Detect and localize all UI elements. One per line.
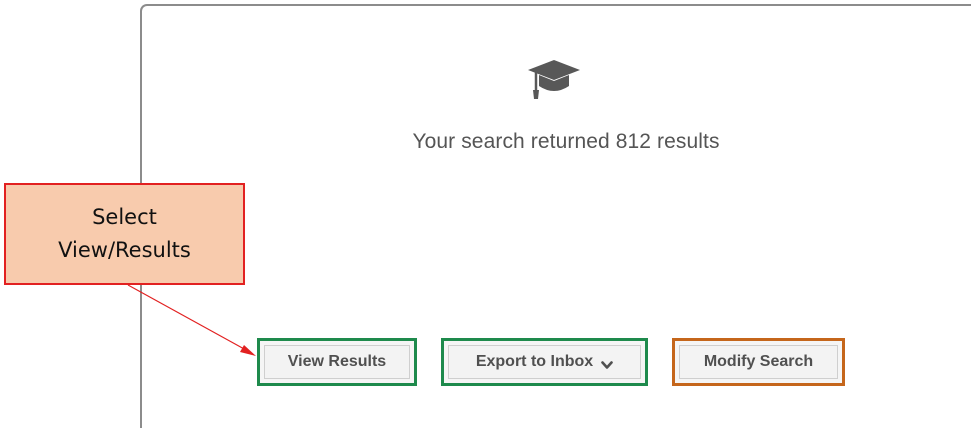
- callout-line-1: Select: [92, 205, 157, 229]
- view-results-label: View Results: [264, 345, 410, 379]
- export-to-inbox-label: Export to Inbox: [475, 353, 594, 370]
- search-result-count: Your search returned 812 results: [412, 130, 720, 153]
- export-to-inbox-button[interactable]: Export to Inbox: [441, 338, 648, 386]
- screenshot-canvas: Your search returned 812 results View Re…: [0, 0, 972, 428]
- modify-search-label: Modify Search: [679, 345, 838, 379]
- chevron-down-icon: [601, 357, 613, 369]
- graduation-cap-icon: [526, 52, 582, 104]
- callout-line-2: View/Results: [58, 238, 191, 262]
- view-results-button[interactable]: View Results: [257, 338, 417, 386]
- modify-search-button[interactable]: Modify Search: [672, 338, 845, 386]
- export-to-inbox-inner: Export to Inbox: [448, 345, 641, 379]
- instruction-callout: Select View/Results: [4, 183, 245, 285]
